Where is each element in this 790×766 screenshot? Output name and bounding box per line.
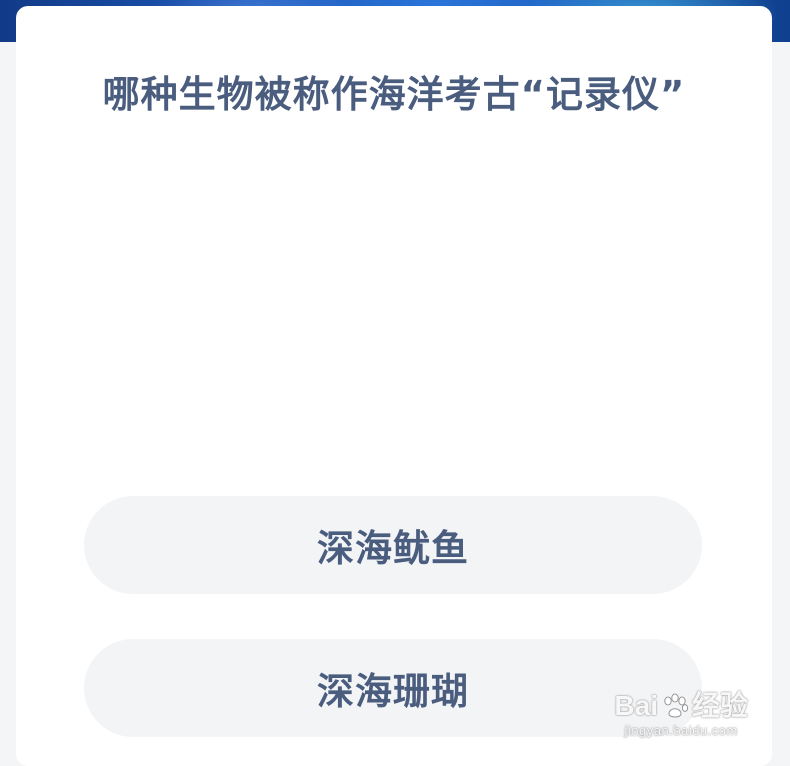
option-label-2: 深海珊瑚 [317,670,469,713]
option-button-2[interactable]: 深海珊瑚 [84,639,702,737]
option-label-1: 深海鱿鱼 [317,527,469,570]
watermark-brand-left: Bai [614,690,658,721]
watermark-brand-right: 经验 [691,690,748,721]
watermark-url: jingyan.baidu.com [624,723,738,738]
option-button-1[interactable]: 深海鱿鱼 [84,496,702,594]
baidu-jingyan-watermark: Bai 经验 jingyan.baidu.com [614,690,748,739]
question-text: 哪种生物被称作海洋考古“记录仪” [102,73,686,116]
question-card: 哪种生物被称作海洋考古“记录仪” 深海鱿鱼 深海珊瑚 [16,6,772,766]
paw-icon [660,691,690,721]
